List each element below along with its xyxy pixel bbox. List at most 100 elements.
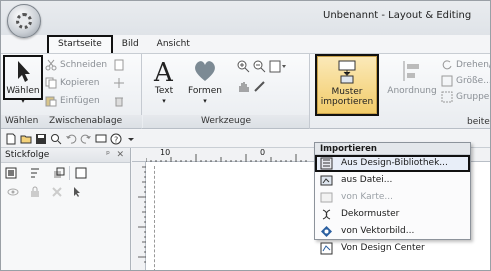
lock-icon[interactable] [29,186,41,198]
size-label: Größe... [456,76,491,86]
vertical-ruler-ticks [138,166,146,263]
arrange-button[interactable]: Anordnung [387,58,437,96]
separator [69,166,70,180]
view-mode-icon[interactable] [5,167,17,179]
zoom-in-icon[interactable] [237,60,250,73]
gear-icon [16,13,32,29]
pointer-icon[interactable] [71,186,83,198]
text-button[interactable]: A Text ▾ [149,58,179,106]
library-icon [320,157,333,170]
customize-icon[interactable] [125,133,137,145]
vertical-ruler [132,162,146,270]
layer-icon[interactable] [53,167,65,179]
ruler-mark-0: 0 [260,148,266,157]
close-icon[interactable]: ✕ [116,148,124,163]
rotate-button[interactable]: Drehen/ [441,58,490,72]
menu-item-vector-image[interactable]: von Vektorbild... [315,223,470,240]
cut-label: Schneiden [60,60,108,70]
title-bar: Unbenannt - Layout & Editing [1,1,490,35]
vector-icon [321,226,332,237]
menu-item-label: Dekormuster [341,209,400,219]
redo-icon[interactable] [80,133,92,145]
panel-header: Stickfolge ᵖ ✕ [1,148,130,163]
select-button-outline [3,55,43,100]
grid-icon[interactable] [113,77,125,89]
text-label: Text [154,86,174,96]
application-window: { "window": {"title": "Unbenannt - Layou… [0,0,491,271]
stitch-order-panel: Stickfolge ᵖ ✕ [1,148,131,270]
open-folder-icon[interactable] [20,133,32,145]
copy-button[interactable]: Kopieren [45,76,99,90]
tools-group-label: Werkzeuge [143,115,309,128]
duplicate-icon[interactable] [113,59,125,71]
design-center-icon [320,242,333,255]
tab-startseite[interactable]: Startseite [47,35,113,53]
menu-item-decor-pattern[interactable]: Dekormuster [315,206,470,223]
undo-icon[interactable] [65,133,77,145]
new-file-icon[interactable] [5,133,17,145]
heart-icon [195,61,215,81]
copy-icon [45,77,57,89]
save-icon[interactable] [35,133,47,145]
menu-item-design-library[interactable]: Aus Design-Bibliothek... [315,155,470,172]
clipboard-group-label: Zwischenablage [49,116,123,126]
panel-toolbar-2 [1,183,131,201]
menu-item-design-center[interactable]: Von Design Center [315,240,470,257]
frame-icon[interactable] [75,167,87,179]
edit-group-label: beiten [467,117,490,127]
file-icon [320,175,333,186]
group-icon [441,91,453,103]
paste-icon [45,96,57,107]
import-group: Muster importieren [311,54,383,129]
design-area-border [154,166,155,270]
zoom-out-icon[interactable] [253,60,266,73]
preview-icon[interactable] [50,133,62,145]
eye-icon[interactable] [7,186,19,198]
svg-text:?: ? [114,136,118,145]
screen-icon[interactable] [95,133,107,145]
menu-item-label: von Karte... [341,192,394,202]
shapes-label: Formen [188,86,222,96]
delete-x-icon[interactable] [51,186,63,198]
zoom-fit-icon[interactable] [269,60,287,73]
group-button[interactable]: Gruppe [441,90,489,104]
window-title: Unbenannt - Layout & Editing [323,10,472,21]
panel-title: Stickfolge [5,150,50,160]
ribbon-tabs: Startseite Bild Ansicht [47,35,199,53]
shapes-button[interactable]: Formen ▾ [187,58,223,106]
delete-icon[interactable] [113,95,125,107]
arrange-icon [403,61,419,81]
application-menu-button[interactable] [7,4,41,38]
copy-label: Kopieren [60,78,100,88]
help-icon[interactable]: ? [110,133,122,145]
menu-header: Importieren [315,143,470,155]
ribbon: Wählen ▾ Schneiden Kopieren Einfügen Wäh… [1,53,491,129]
tools-group: A Text ▾ Formen ▾ Werkzeuge [143,54,310,129]
cut-button[interactable]: Schneiden [45,58,107,72]
card-icon [320,192,333,203]
menu-item-label: Von Design Center [341,243,425,253]
size-button[interactable]: Größe... [441,74,491,88]
clipboard-group-labels: Wählen Zwischenablage [1,115,142,128]
measure-icon[interactable] [253,80,266,93]
tab-ansicht[interactable]: Ansicht [148,35,199,53]
decor-icon [322,209,331,220]
menu-item-label: aus Datei... [341,175,393,185]
menu-item-label: Aus Design-Bibliothek... [341,158,448,168]
tab-bild[interactable]: Bild [113,35,148,53]
rotate-icon [442,60,452,70]
sort-icon[interactable] [29,167,41,179]
menu-item-from-file[interactable]: aus Datei... [315,172,470,189]
menu-item-from-card[interactable]: von Karte... [315,189,470,206]
hand-icon[interactable] [237,80,250,93]
letter-a-icon: A [153,58,174,84]
menu-item-label: von Vektorbild... [341,226,415,236]
group-label: Gruppe [456,92,490,102]
size-icon [441,75,453,87]
clipboard-group: Wählen ▾ Schneiden Kopieren Einfügen Wäh… [1,54,142,129]
pin-icon[interactable]: ᵖ [106,148,110,163]
arrange-label: Anordnung [387,86,437,96]
paste-button[interactable]: Einfügen [45,94,100,108]
paste-label: Einfügen [60,96,100,106]
scissors-icon [45,59,57,71]
